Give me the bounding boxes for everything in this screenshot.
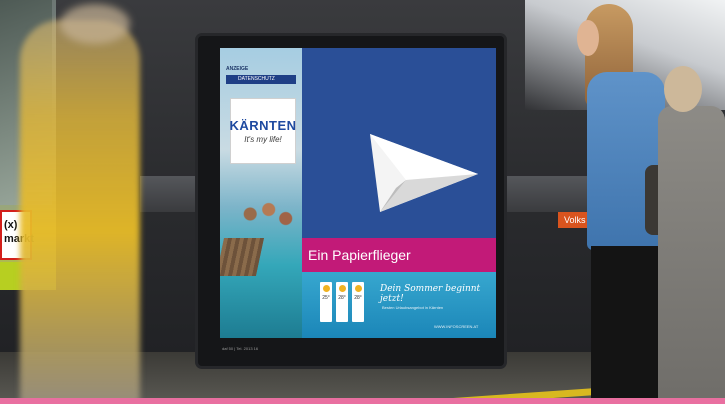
older-passenger-body [658,106,725,404]
weather-temp: 28° [354,295,362,301]
older-passenger [658,66,725,404]
billboard-ad: ANZEIGE DATENSCHUTZ KÄRNTEN It's my life… [220,48,496,338]
ad-slogan-sub: Besten Urlaubsangebot in Kärnten [382,305,444,310]
ad-lake-photo: ANZEIGE DATENSCHUTZ KÄRNTEN It's my life… [220,48,302,338]
sun-icon [322,285,330,292]
blurred-passerby [20,20,140,404]
subway-scene: Volks (x) markt ANZEIGE DATENSCHUTZ KÄRN… [0,0,725,404]
karnten-logo: KÄRNTEN It's my life! [229,98,297,164]
weather-card: 28° [352,282,364,322]
weather-card: 25° [320,282,332,322]
older-passenger-head [664,66,702,112]
paper-plane-icon [370,134,478,212]
karnten-tagline: It's my life! [244,135,282,144]
ad-url: WWW.INFOSCREEN.AT [434,324,479,329]
woman-face [577,20,599,56]
weather-cards: 25° 28° 28° [320,282,364,322]
ad-anzeige-label: ANZEIGE [226,66,249,72]
bottom-accent-bar [0,398,725,404]
karnten-brand: KÄRNTEN [229,118,297,133]
weather-card: 28° [336,282,348,322]
weather-temp: 28° [338,295,346,301]
wooden-dock [220,238,265,276]
sun-icon [354,285,362,292]
blurred-passerby-head [60,4,130,44]
ad-slogan: Dein Sommer beginnt jetzt! [380,284,481,304]
sun-icon [338,285,346,292]
weather-temp: 25° [322,295,330,301]
frame-caption: daf 50 | Tel. 2013 16 [222,346,259,351]
ad-headline: Ein Papierflieger [302,238,496,272]
ad-datenschutz-label: DATENSCHUTZ [226,75,296,84]
woman-pants [591,246,661,404]
